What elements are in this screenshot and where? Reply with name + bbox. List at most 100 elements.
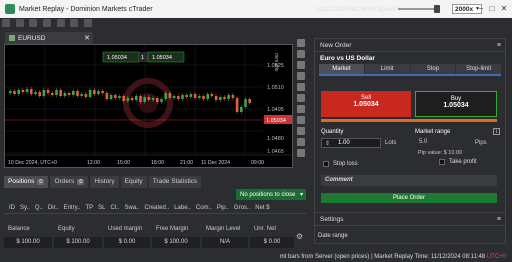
used-margin-cell: Used margin $ 0.00 xyxy=(104,224,150,250)
candle-body xyxy=(114,95,117,98)
candle-body xyxy=(97,91,100,94)
info-icon[interactable]: i xyxy=(493,128,500,135)
settings-header[interactable]: Settings ≡ xyxy=(314,212,506,226)
balance-cell: Balance $ 100.00 xyxy=(4,224,52,250)
speed-label: Speed: xyxy=(377,5,398,13)
column-header[interactable]: SL xyxy=(98,205,105,211)
column-header[interactable]: Sy.. xyxy=(20,205,30,211)
candle-body xyxy=(135,96,138,100)
candle-body xyxy=(181,95,184,99)
candle-body xyxy=(240,107,243,112)
maximize-icon[interactable]: □ xyxy=(487,4,497,14)
candle-body xyxy=(214,96,218,100)
close-positions-button[interactable]: No positions to close ▾ xyxy=(236,189,306,200)
tab-equity[interactable]: Equity xyxy=(120,175,147,188)
close-tab-icon[interactable]: ✕ xyxy=(84,34,90,42)
toolbar-icon[interactable] xyxy=(84,19,93,27)
sell-button[interactable]: Sell 1.05034 xyxy=(321,91,411,117)
column-header[interactable]: Entry.. xyxy=(64,205,81,211)
menu-icon[interactable]: ≡ xyxy=(497,42,501,49)
tool-icon[interactable] xyxy=(297,39,305,47)
tool-icon[interactable] xyxy=(297,116,305,124)
gear-icon[interactable]: ⚙ xyxy=(296,232,303,241)
replay-datetime: 11/12/2024 08:28:00 xyxy=(316,5,376,13)
menu-icon[interactable]: ≡ xyxy=(497,216,501,223)
stop-loss-toggle[interactable]: Stop loss xyxy=(323,161,358,167)
candle-body xyxy=(21,90,25,92)
column-header[interactable]: ID xyxy=(9,205,15,211)
speed-slider-thumb[interactable] xyxy=(434,5,440,13)
candle-body xyxy=(172,96,176,98)
tab-stop[interactable]: Stop xyxy=(410,64,456,74)
tool-icon[interactable] xyxy=(297,127,305,135)
column-header[interactable]: Cl.. xyxy=(111,205,120,211)
tool-icon[interactable] xyxy=(297,83,305,91)
tool-icon[interactable] xyxy=(297,105,305,113)
toolbar-icon[interactable] xyxy=(2,19,10,27)
lots-label: Lots xyxy=(385,140,397,146)
column-header[interactable]: Dir.. xyxy=(48,205,59,211)
buy-chip-price[interactable]: 1.05034 xyxy=(152,55,172,61)
time-tick: 15:00 xyxy=(117,160,130,166)
tool-icon[interactable] xyxy=(297,149,305,157)
take-profit-toggle[interactable]: Take profit xyxy=(439,159,477,165)
candle-body xyxy=(67,93,71,95)
place-order-button[interactable]: Place Order xyxy=(321,193,497,203)
tool-icon[interactable] xyxy=(297,72,305,80)
minimize-icon[interactable]: – xyxy=(476,4,486,14)
candle-body xyxy=(25,89,29,92)
tool-icon[interactable] xyxy=(297,50,305,58)
candle-body xyxy=(51,93,54,95)
comment-field[interactable]: Comment xyxy=(321,175,497,186)
column-header[interactable]: Created.. xyxy=(145,205,170,211)
candle-body xyxy=(30,89,33,94)
tab-stop-limit[interactable]: Stop-limit xyxy=(456,64,501,74)
new-order-header: New Order ≡ xyxy=(315,39,505,52)
toolbar-icon[interactable] xyxy=(43,19,52,27)
quantity-stepper[interactable]: ⇕ 1.00 xyxy=(321,138,381,148)
close-icon[interactable]: ✕ xyxy=(499,4,509,14)
candle-body xyxy=(223,97,226,99)
column-header[interactable]: Gros.. xyxy=(234,205,250,211)
chip-one: 1 xyxy=(141,55,144,61)
column-header[interactable]: Swa.. xyxy=(125,205,140,211)
market-range-value[interactable]: 5.0 xyxy=(419,139,427,145)
tool-icon[interactable] xyxy=(297,61,305,69)
column-header[interactable]: Com.. xyxy=(196,205,212,211)
toolbar-icon[interactable] xyxy=(70,19,79,27)
tab-history[interactable]: History xyxy=(90,175,119,188)
toolbar-icon[interactable] xyxy=(15,19,24,27)
candlestick-chart[interactable]: 1.0525 1.0510 1.0495 1.0480 1.0465 1.050… xyxy=(5,45,292,167)
tab-trade-statistics[interactable]: Trade Statistics xyxy=(148,175,202,188)
candle-body xyxy=(126,98,130,101)
sell-chip-price[interactable]: 1.05034 xyxy=(107,55,127,61)
candle-body xyxy=(9,91,12,93)
price-chart[interactable]: 1.0525 1.0510 1.0495 1.0480 1.0465 1.050… xyxy=(4,44,293,168)
tab-limit[interactable]: Limit xyxy=(364,64,410,74)
speed-slider-track[interactable] xyxy=(398,8,438,10)
candle-body xyxy=(160,99,163,102)
candle-body xyxy=(168,93,172,98)
pip-value: Pip value: $ 10.00 xyxy=(418,150,463,156)
column-header[interactable]: Net $ xyxy=(255,205,269,211)
chart-tab-eurusd[interactable]: EURUSD ✕ xyxy=(5,32,93,44)
tab-market[interactable]: Market xyxy=(319,64,364,74)
spread-bar xyxy=(321,119,497,122)
checkbox[interactable] xyxy=(323,161,329,167)
tab-orders[interactable]: Orders 0 xyxy=(50,175,89,188)
column-header[interactable]: TP xyxy=(85,205,93,211)
toolbar-icon[interactable] xyxy=(56,19,65,27)
time-tick: 11 Dec 2024 xyxy=(201,160,230,166)
column-header[interactable]: Labe.. xyxy=(174,205,191,211)
stepper-icon[interactable]: ⇕ xyxy=(325,140,330,147)
current-price-label: 1.05034 xyxy=(266,118,286,124)
tab-positions[interactable]: Positions 0 xyxy=(4,175,49,188)
column-header[interactable]: Q.. xyxy=(35,205,43,211)
tool-icon[interactable] xyxy=(297,138,305,146)
buy-button[interactable]: Buy 1.05034 xyxy=(415,91,497,117)
column-header[interactable]: Pip.. xyxy=(217,205,229,211)
toolbar-icon[interactable] xyxy=(29,19,38,27)
tool-icon[interactable] xyxy=(297,94,305,102)
checkbox[interactable] xyxy=(439,159,445,165)
status-bar: mt bars from Server (open prices) | Mark… xyxy=(0,252,512,262)
